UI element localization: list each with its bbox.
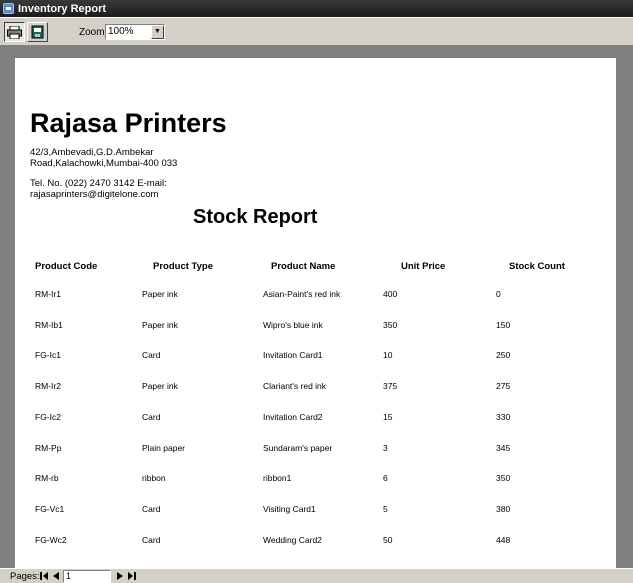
cell-product-code: RM-Ir1 [35,289,61,299]
cell-product-type: Card [142,504,161,514]
print-button[interactable] [4,22,25,42]
last-page-button[interactable] [126,570,137,582]
company-name: Rajasa Printers [30,108,227,138]
cell-stock-count: 275 [496,381,511,391]
app-icon [3,3,14,14]
cell-product-name: Invitation Card1 [263,350,323,360]
cell-unit-price: 350 [383,320,398,330]
cell-product-type: Paper ink [142,381,178,391]
report-viewport[interactable]: Rajasa Printers 42/3,Ambevadi,G.D.Ambeka… [0,46,633,568]
report-page: Rajasa Printers 42/3,Ambevadi,G.D.Ambeka… [15,58,616,568]
cell-stock-count: 250 [496,350,511,360]
cell-product-name: Wipro's blue ink [263,320,323,330]
title-bar: Inventory Report [0,0,633,17]
cell-product-type: Plain paper [142,443,186,453]
cell-product-code: RM-rb [35,473,59,483]
window-title: Inventory Report [18,2,107,15]
column-header-product-name: Product Name [271,261,336,272]
company-address: 42/3,Ambevadi,G.D.Ambekar Road,Kalachowk… [30,147,178,169]
cell-product-type: Paper ink [142,320,178,330]
zoom-label: Zoom [79,27,105,38]
status-bar: Pages: 1 [0,568,633,583]
company-contact: Tel. No. (022) 2470 3142 E-mail: rajasap… [30,178,167,200]
export-icon [31,25,44,39]
cell-product-name: Invitation Card2 [263,412,323,422]
cell-product-type: Card [142,412,161,422]
cell-product-type: Card [142,535,161,545]
cell-unit-price: 400 [383,289,398,299]
cell-stock-count: 330 [496,412,511,422]
column-header-product-type: Product Type [153,261,213,272]
cell-product-code: FG-Ic2 [35,412,61,422]
cell-product-code: FG-Vc1 [35,504,65,514]
cell-product-code: RM-Ib1 [35,320,63,330]
cell-product-name: Clariant's red ink [263,381,327,391]
cell-stock-count: 380 [496,504,511,514]
cell-unit-price: 50 [383,535,393,545]
cell-unit-price: 10 [383,350,393,360]
cell-product-name: ribbon1 [263,473,292,483]
cell-unit-price: 375 [383,381,398,391]
pages-label: Pages: [10,571,40,582]
cell-stock-count: 0 [496,289,501,299]
cell-stock-count: 150 [496,320,511,330]
cell-product-name: Sundaram's paper [263,443,333,453]
first-page-icon [39,572,48,580]
chevron-down-icon[interactable]: ▼ [151,25,164,39]
cell-product-name: Asian-Paint's red ink [263,289,341,299]
export-button[interactable] [27,22,48,42]
printer-icon [7,25,22,39]
column-header-unit-price: Unit Price [401,261,446,272]
cell-unit-price: 5 [383,504,388,514]
cell-product-name: Wedding Card2 [263,535,322,545]
previous-page-icon [52,572,59,580]
next-page-icon [116,572,123,580]
cell-product-code: RM-Pp [35,443,62,453]
report-title: Stock Report [193,206,318,228]
next-page-button[interactable] [114,570,125,582]
cell-product-code: FG-Wc2 [35,535,67,545]
cell-stock-count: 448 [496,535,511,545]
cell-product-type: Card [142,350,161,360]
previous-page-button[interactable] [50,570,61,582]
zoom-select[interactable]: 100% ▼ [105,24,165,40]
zoom-value: 100% [108,26,134,37]
cell-unit-price: 15 [383,412,393,422]
column-header-stock-count: Stock Count [509,261,565,272]
cell-product-type: ribbon [142,473,166,483]
first-page-button[interactable] [38,570,49,582]
last-page-icon [127,572,136,580]
cell-stock-count: 350 [496,473,511,483]
toolbar: Zoom 100% ▼ [0,17,633,46]
column-header-product-code: Product Code [35,261,98,272]
cell-product-name: Visiting Card1 [263,504,316,514]
cell-product-code: RM-Ir2 [35,381,61,391]
cell-unit-price: 3 [383,443,388,453]
cell-product-type: Paper ink [142,289,178,299]
page-number-input[interactable]: 1 [63,570,111,583]
cell-product-code: FG-Ic1 [35,350,61,360]
cell-unit-price: 6 [383,473,388,483]
cell-stock-count: 345 [496,443,511,453]
